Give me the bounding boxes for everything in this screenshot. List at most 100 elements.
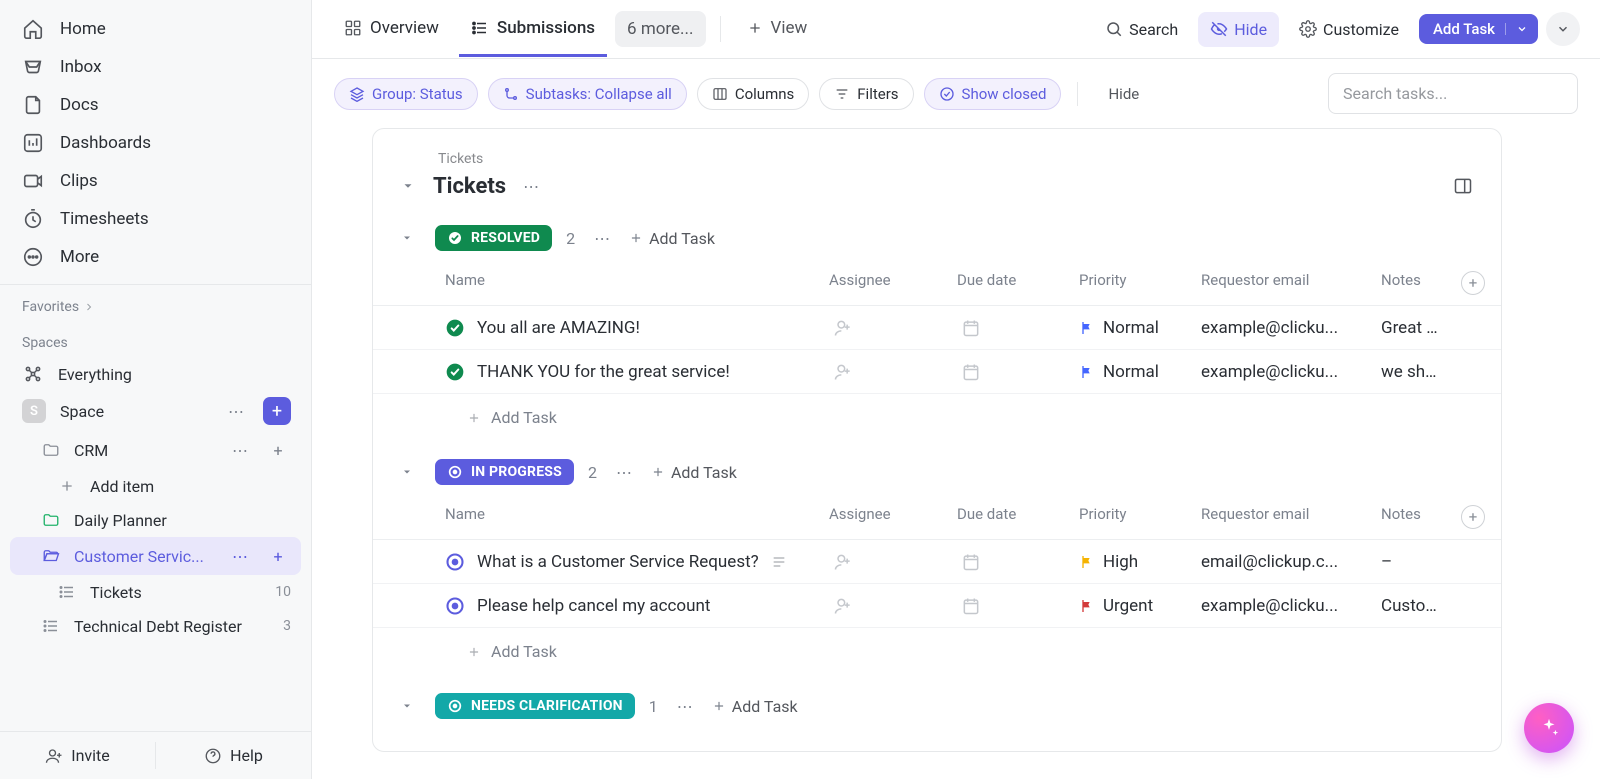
col-priority[interactable]: Priority: [1071, 495, 1193, 539]
crm-menu-button[interactable]: ⋯: [227, 437, 253, 463]
col-email[interactable]: Requestor email: [1193, 261, 1373, 305]
task-name[interactable]: Please help cancel my account: [477, 596, 710, 616]
collapse-icon[interactable]: [401, 179, 421, 193]
priority-cell[interactable]: Normal: [1079, 362, 1185, 382]
col-assignee[interactable]: Assignee: [821, 495, 949, 539]
hide-filters-button[interactable]: Hide: [1108, 85, 1139, 103]
notes-cell[interactable]: we should: [1373, 352, 1453, 392]
tab-more[interactable]: 6 more...: [615, 11, 705, 47]
assignee-button[interactable]: [829, 318, 941, 338]
priority-cell[interactable]: High: [1079, 552, 1185, 572]
status-icon[interactable]: [445, 596, 465, 616]
task-name[interactable]: THANK YOU for the great service!: [477, 362, 730, 382]
chip-columns[interactable]: Columns: [697, 78, 809, 110]
email-cell[interactable]: example@clicku...: [1193, 586, 1373, 626]
due-date-button[interactable]: [957, 318, 1063, 338]
status-icon[interactable]: [445, 362, 465, 382]
nav-home[interactable]: Home: [0, 10, 311, 48]
col-assignee[interactable]: Assignee: [821, 261, 949, 305]
assignee-button[interactable]: [829, 596, 941, 616]
nav-more[interactable]: More: [0, 238, 311, 276]
status-pill[interactable]: IN PROGRESS: [435, 459, 574, 485]
notes-cell[interactable]: Great cust: [1373, 308, 1453, 348]
add-task-row[interactable]: Add Task: [373, 628, 1501, 667]
space-menu-button[interactable]: ⋯: [223, 398, 249, 424]
nav-docs[interactable]: Docs: [0, 86, 311, 124]
col-email[interactable]: Requestor email: [1193, 495, 1373, 539]
status-icon[interactable]: [445, 318, 465, 338]
status-icon[interactable]: [445, 552, 465, 572]
everything-row[interactable]: Everything: [0, 357, 311, 391]
task-name[interactable]: What is a Customer Service Request?: [477, 552, 759, 572]
col-priority[interactable]: Priority: [1071, 261, 1193, 305]
tab-submissions[interactable]: Submissions: [459, 2, 607, 57]
tab-overview[interactable]: Overview: [332, 2, 451, 57]
chip-filters[interactable]: Filters: [819, 78, 913, 110]
priority-cell[interactable]: Normal: [1079, 318, 1185, 338]
folder-crm[interactable]: CRM ⋯ +: [0, 431, 311, 469]
favorites-section[interactable]: Favorites: [0, 284, 311, 321]
group-menu-button[interactable]: ⋯: [589, 225, 615, 251]
ai-fab-button[interactable]: [1524, 703, 1574, 753]
cs-menu-button[interactable]: ⋯: [227, 543, 253, 569]
folder-daily-planner[interactable]: Daily Planner: [0, 503, 311, 537]
nav-dashboards[interactable]: Dashboards: [0, 124, 311, 162]
add-item-row[interactable]: Add item: [0, 469, 311, 503]
group-add-task-button[interactable]: Add Task: [629, 229, 715, 248]
invite-button[interactable]: Invite: [0, 732, 155, 779]
due-date-button[interactable]: [957, 596, 1063, 616]
task-row[interactable]: THANK YOU for the great service! Normal ex…: [373, 350, 1501, 394]
customize-button[interactable]: Customize: [1287, 12, 1411, 47]
col-notes[interactable]: Notes: [1373, 261, 1453, 305]
group-menu-button[interactable]: ⋯: [611, 459, 637, 485]
assignee-button[interactable]: [829, 552, 941, 572]
group-add-task-button[interactable]: Add Task: [712, 697, 798, 716]
group-add-task-button[interactable]: Add Task: [651, 463, 737, 482]
add-column-button[interactable]: +: [1453, 261, 1493, 305]
chip-show-closed[interactable]: Show closed: [924, 78, 1062, 110]
list-menu-button[interactable]: ⋯: [518, 173, 544, 199]
assignee-button[interactable]: [829, 362, 941, 382]
task-row[interactable]: Please help cancel my account Urgent examp…: [373, 584, 1501, 628]
priority-cell[interactable]: Urgent: [1079, 596, 1185, 616]
cs-add-button[interactable]: +: [265, 543, 291, 569]
notes-cell[interactable]: Customer: [1373, 586, 1453, 626]
add-view-button[interactable]: View: [735, 2, 820, 57]
hide-button[interactable]: Hide: [1198, 12, 1279, 47]
group-collapse-icon[interactable]: [401, 700, 421, 712]
task-row[interactable]: You all are AMAZING! Normal example@clicku…: [373, 306, 1501, 350]
task-name[interactable]: You all are AMAZING!: [477, 318, 640, 338]
folder-customer-service[interactable]: Customer Servic... ⋯ +: [10, 537, 301, 575]
nav-clips[interactable]: Clips: [0, 162, 311, 200]
search-button[interactable]: Search: [1093, 12, 1190, 47]
nav-timesheets[interactable]: Timesheets: [0, 200, 311, 238]
add-task-row[interactable]: Add Task: [373, 394, 1501, 433]
crm-add-button[interactable]: +: [265, 437, 291, 463]
email-cell[interactable]: example@clicku...: [1193, 352, 1373, 392]
help-button[interactable]: Help: [156, 732, 311, 779]
status-pill[interactable]: NEEDS CLARIFICATION: [435, 693, 635, 719]
breadcrumb[interactable]: Tickets: [438, 151, 1473, 167]
panel-toggle-icon[interactable]: [1453, 176, 1473, 196]
nav-inbox[interactable]: Inbox: [0, 48, 311, 86]
search-tasks-input[interactable]: [1328, 73, 1578, 114]
chip-group[interactable]: Group: Status: [334, 78, 478, 110]
due-date-button[interactable]: [957, 362, 1063, 382]
add-column-button[interactable]: +: [1453, 495, 1493, 539]
col-name[interactable]: Name: [437, 495, 821, 539]
email-cell[interactable]: example@clicku...: [1193, 308, 1373, 348]
status-pill[interactable]: RESOLVED: [435, 225, 552, 251]
chip-subtasks[interactable]: Subtasks: Collapse all: [488, 78, 687, 110]
col-notes[interactable]: Notes: [1373, 495, 1453, 539]
col-due[interactable]: Due date: [949, 261, 1071, 305]
group-menu-button[interactable]: ⋯: [672, 693, 698, 719]
space-add-button[interactable]: +: [263, 397, 291, 425]
space-row[interactable]: S Space ⋯ +: [0, 391, 311, 431]
col-name[interactable]: Name: [437, 261, 821, 305]
group-collapse-icon[interactable]: [401, 232, 421, 244]
chevron-down-icon[interactable]: [1505, 23, 1528, 35]
list-tickets[interactable]: Tickets 10: [0, 575, 311, 609]
more-menu-button[interactable]: [1546, 12, 1580, 46]
notes-cell[interactable]: –: [1373, 542, 1453, 582]
due-date-button[interactable]: [957, 552, 1063, 572]
